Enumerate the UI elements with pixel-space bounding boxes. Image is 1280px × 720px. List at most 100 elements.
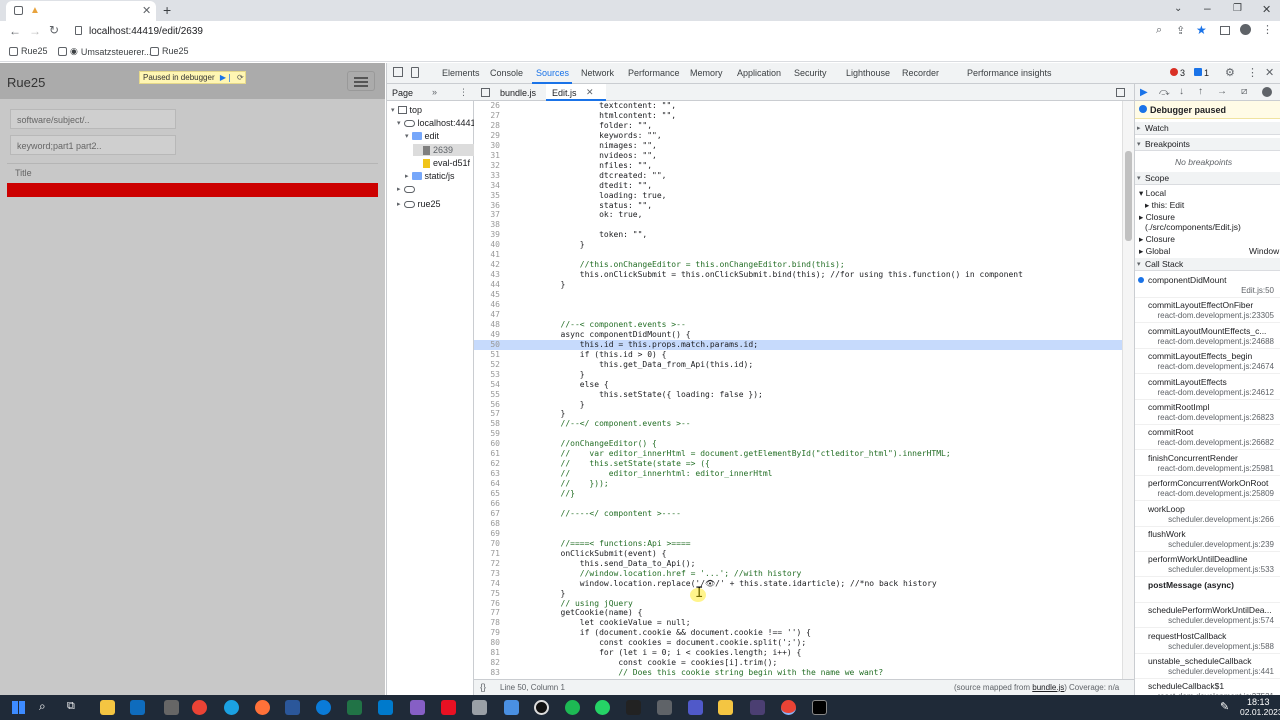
scope-global[interactable]: ▸ Global [1139,246,1170,257]
code-line[interactable]: 78 let cookieValue = null; [474,618,1122,628]
code-line[interactable]: 31 nvideos: "", [474,151,1122,161]
code-line[interactable]: 40 } [474,240,1122,250]
line-number[interactable]: 47 [474,310,500,320]
app-icon-purple[interactable] [750,700,765,715]
tab-lighthouse[interactable]: Lighthouse [846,68,890,78]
line-number[interactable]: 42 [474,260,500,270]
section-watch[interactable]: Watch [1135,122,1280,135]
tree-item-rue25[interactable]: ▸ rue25 [397,199,441,209]
code-line[interactable]: 60 //onChangeEditor() { [474,439,1122,449]
code-line[interactable]: 29 keywords: "", [474,131,1122,141]
line-number[interactable]: 31 [474,151,500,161]
code-line[interactable]: 70 //====< functions:Api >==== [474,539,1122,549]
call-frame[interactable]: commitLayoutEffects react-dom.development… [1135,375,1280,400]
call-frame[interactable]: performWorkUntilDeadline scheduler.develo… [1135,552,1280,578]
hamburger-menu-button[interactable] [347,71,375,91]
line-number[interactable]: 46 [474,300,500,310]
bookmark-2[interactable]: ◉ Umsatzsteuerer... [58,46,151,57]
app-icon-v[interactable] [626,700,641,715]
obs-icon[interactable] [534,700,549,715]
share-icon[interactable]: ⇪ [1176,24,1185,37]
code-line[interactable]: 33 dtcreated: "", [474,171,1122,181]
line-number[interactable]: 81 [474,648,500,658]
line-number[interactable]: 74 [474,579,500,589]
tab-application[interactable]: Application [737,68,781,78]
camera-icon[interactable] [657,700,672,715]
back-icon[interactable]: ← [9,24,21,38]
code-line[interactable]: 71 onClickSubmit(event) { [474,549,1122,559]
call-frame[interactable]: workLoop scheduler.development.js:266 [1135,502,1280,527]
chevron-right-icon[interactable]: » [432,87,437,97]
app-title[interactable]: Rue25 [7,75,45,90]
browser-tab[interactable]: ▲ ✕ [6,1,156,21]
line-number[interactable]: 77 [474,608,500,618]
code-line[interactable]: 55 this.setState({ loading: false }); [474,390,1122,400]
line-number[interactable]: 83 [474,668,500,678]
line-number[interactable]: 75 [474,589,500,599]
tree-item-localhost[interactable]: ▾ localhost:4441 [397,118,476,128]
line-number[interactable]: 50 [474,340,500,350]
toggle-navigator-icon[interactable] [481,88,490,97]
tab-memory[interactable]: Memory [690,68,723,78]
profile-avatar[interactable] [1240,24,1251,35]
whatsapp-icon[interactable] [595,700,610,715]
line-number[interactable]: 73 [474,569,500,579]
toggle-debugger-icon[interactable] [1116,88,1125,97]
clock-time[interactable]: 18:13 [1247,697,1270,707]
line-number[interactable]: 49 [474,330,500,340]
code-line[interactable]: 82 const cookie = cookies[i].trim(); [474,658,1122,668]
call-frame[interactable]: commitLayoutEffects_begin react-dom.devel… [1135,349,1280,375]
step-icon[interactable]: → [1217,86,1227,97]
settings-gear-icon[interactable]: ⚙ [1225,66,1235,79]
section-breakpoints[interactable]: Breakpoints [1135,138,1280,151]
code-line[interactable]: 42 //this.onChangeEditor = this.onChange… [474,260,1122,270]
code-line[interactable]: 38 [474,220,1122,230]
tree-item-static-js[interactable]: ▸ static/js [405,171,455,181]
call-frame[interactable]: finishConcurrentRender react-dom.developm… [1135,451,1280,476]
code-line[interactable]: 68 [474,519,1122,529]
source-map-link[interactable]: bundle.js [1032,683,1064,692]
code-line[interactable]: 67 //----</ compontent >---- [474,509,1122,519]
line-number[interactable]: 48 [474,320,500,330]
close-devtools-icon[interactable]: ✕ [1265,66,1274,79]
firefox-icon[interactable] [255,700,270,715]
line-number[interactable]: 60 [474,439,500,449]
line-number[interactable]: 55 [474,390,500,400]
code-line[interactable]: 57 } [474,409,1122,419]
call-frame[interactable]: commitLayoutMountEffects_c... react-dom.d… [1135,324,1280,349]
excel-icon[interactable] [347,700,362,715]
code-line[interactable]: 47 [474,310,1122,320]
code-line[interactable]: 45 [474,290,1122,300]
device-toolbar-icon[interactable] [411,67,419,78]
search-icon[interactable]: ⌕ [39,699,46,714]
bookmark-3[interactable]: Rue25 [150,46,189,56]
code-line[interactable]: 72 this.send_Data_to_Api(); [474,559,1122,569]
line-number[interactable]: 38 [474,220,500,230]
edge-icon[interactable] [224,700,239,715]
code-line[interactable]: 74 window.location.replace('/👁/' + this.… [474,579,1122,589]
line-number[interactable]: 54 [474,380,500,390]
pen-icon[interactable]: ✎ [1220,700,1229,713]
app-icon-red[interactable] [441,700,456,715]
call-frame[interactable]: postMessage (async) [1135,578,1280,603]
tab-sources[interactable]: Sources [536,68,569,78]
code-line[interactable]: 61 // var editor_innerHtml = document.ge… [474,449,1122,459]
calculator-icon[interactable] [164,700,179,715]
code-line[interactable]: 59 [474,429,1122,439]
url-field[interactable]: localhost:44419/edit/2639 [89,26,203,37]
side-panel-icon[interactable] [1220,26,1230,35]
code-line[interactable]: 36 status: "", [474,201,1122,211]
call-frame[interactable]: unstable_scheduleCallback scheduler.devel… [1135,654,1280,679]
line-number[interactable]: 79 [474,628,500,638]
call-frame[interactable]: commitRoot react-dom.development.js:26682 [1135,425,1280,451]
tab-performance[interactable]: Performance [628,68,680,78]
tree-item-edit[interactable]: ▾ edit [405,131,439,141]
line-number[interactable]: 28 [474,121,500,131]
code-line[interactable]: 52 this.get_Data_from_Api(this.id); [474,360,1122,370]
step-over-icon[interactable]: ⤼ [1159,87,1170,98]
code-line[interactable]: 41 [474,250,1122,260]
line-number[interactable]: 45 [474,290,500,300]
code-line[interactable]: 32 nfiles: "", [474,161,1122,171]
call-frame[interactable]: componentDidMount Edit.js:50 [1135,273,1280,298]
line-number[interactable]: 68 [474,519,500,529]
